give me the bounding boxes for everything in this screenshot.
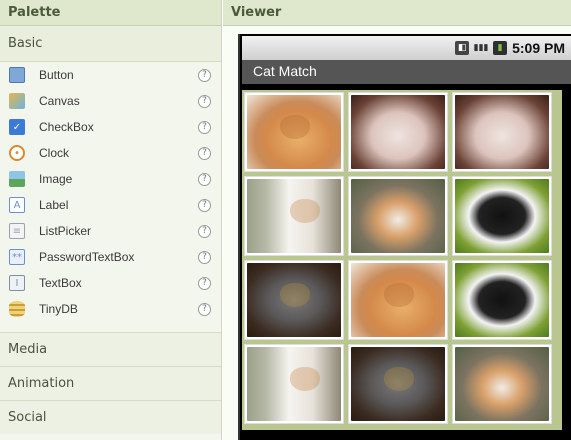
card-image-orange-sleeping-kitten[interactable]	[244, 92, 344, 172]
component-listpicker[interactable]: ≡ ListPicker ?	[0, 218, 221, 244]
component-label: TinyDB	[39, 302, 78, 316]
card-image-small-calico-kitten[interactable]	[348, 176, 448, 256]
help-icon[interactable]: ?	[198, 120, 211, 134]
component-checkbox[interactable]: ✓ CheckBox ?	[0, 114, 221, 140]
component-label: ListPicker	[39, 224, 92, 238]
component-passwordtextbox[interactable]: ** PasswordTextBox ?	[0, 244, 221, 270]
card-image-gray-cat[interactable]	[348, 344, 448, 424]
signal-icon: ▮▮▮	[473, 43, 489, 53]
card-image-orange-sleeping-kitten[interactable]	[348, 260, 448, 340]
viewer-header: Viewer	[223, 0, 571, 26]
notification-icon: ◧	[455, 41, 470, 55]
listpicker-icon: ≡	[9, 223, 25, 239]
card-image-white-calico-kitten[interactable]	[244, 344, 344, 424]
status-time: 5:09 PM	[512, 40, 565, 56]
clock-icon: •	[9, 145, 25, 161]
component-label: Label	[39, 198, 69, 212]
card-image-black-white-cat[interactable]	[452, 260, 552, 340]
tinydb-icon	[9, 301, 25, 317]
component-label: Clock	[39, 146, 70, 160]
help-icon[interactable]: ?	[198, 172, 211, 186]
component-canvas[interactable]: Canvas ?	[0, 88, 221, 114]
card-grid	[242, 90, 562, 430]
help-icon[interactable]: ?	[198, 146, 211, 160]
textbox-icon: I	[9, 275, 25, 291]
image-icon	[9, 171, 25, 187]
component-label: CheckBox	[39, 120, 94, 134]
help-icon[interactable]: ?	[198, 198, 211, 212]
app-title-bar: Cat Match	[242, 60, 571, 84]
component-label[interactable]: A Label ?	[0, 192, 221, 218]
component-label: TextBox	[39, 276, 82, 290]
button-icon	[9, 67, 25, 83]
card-image-white-fluffy-kitten[interactable]	[348, 92, 448, 172]
help-icon[interactable]: ?	[198, 68, 211, 82]
help-icon[interactable]: ?	[198, 250, 211, 264]
category-media[interactable]: Media	[0, 332, 221, 366]
help-icon[interactable]: ?	[198, 94, 211, 108]
status-bar: ◧ ▮▮▮ ▮ 5:09 PM	[242, 36, 571, 60]
viewer-panel: Viewer ◧ ▮▮▮ ▮ 5:09 PM Cat Match	[223, 0, 571, 440]
category-animation[interactable]: Animation	[0, 366, 221, 400]
card-image-gray-cat[interactable]	[244, 260, 344, 340]
component-label: Canvas	[39, 94, 80, 108]
label-icon: A	[9, 197, 25, 213]
component-button[interactable]: Button ?	[0, 62, 221, 88]
help-icon[interactable]: ?	[198, 302, 211, 316]
card-image-black-white-cat[interactable]	[452, 176, 552, 256]
passwordtextbox-icon: **	[9, 249, 25, 265]
help-icon[interactable]: ?	[198, 224, 211, 238]
category-social[interactable]: Social	[0, 400, 221, 434]
component-tinydb[interactable]: TinyDB ?	[0, 296, 221, 322]
category-basic[interactable]: Basic	[0, 26, 221, 62]
component-label: Image	[39, 172, 73, 186]
component-textbox[interactable]: I TextBox ?	[0, 270, 221, 296]
canvas-icon	[9, 93, 25, 109]
component-label: Button	[39, 68, 74, 82]
palette-header: Palette	[0, 0, 221, 26]
battery-icon: ▮	[493, 41, 508, 55]
card-image-small-calico-kitten[interactable]	[452, 344, 552, 424]
help-icon[interactable]: ?	[198, 276, 211, 290]
palette-panel: Palette Basic Button ? Canvas ? ✓ CheckB…	[0, 0, 222, 440]
card-image-white-fluffy-kitten[interactable]	[452, 92, 552, 172]
component-label: PasswordTextBox	[39, 250, 135, 264]
checkbox-icon: ✓	[9, 119, 25, 135]
phone-screen: ◧ ▮▮▮ ▮ 5:09 PM Cat Match	[238, 34, 571, 440]
component-image[interactable]: Image ?	[0, 166, 221, 192]
card-image-white-calico-kitten[interactable]	[244, 176, 344, 256]
component-clock[interactable]: • Clock ?	[0, 140, 221, 166]
